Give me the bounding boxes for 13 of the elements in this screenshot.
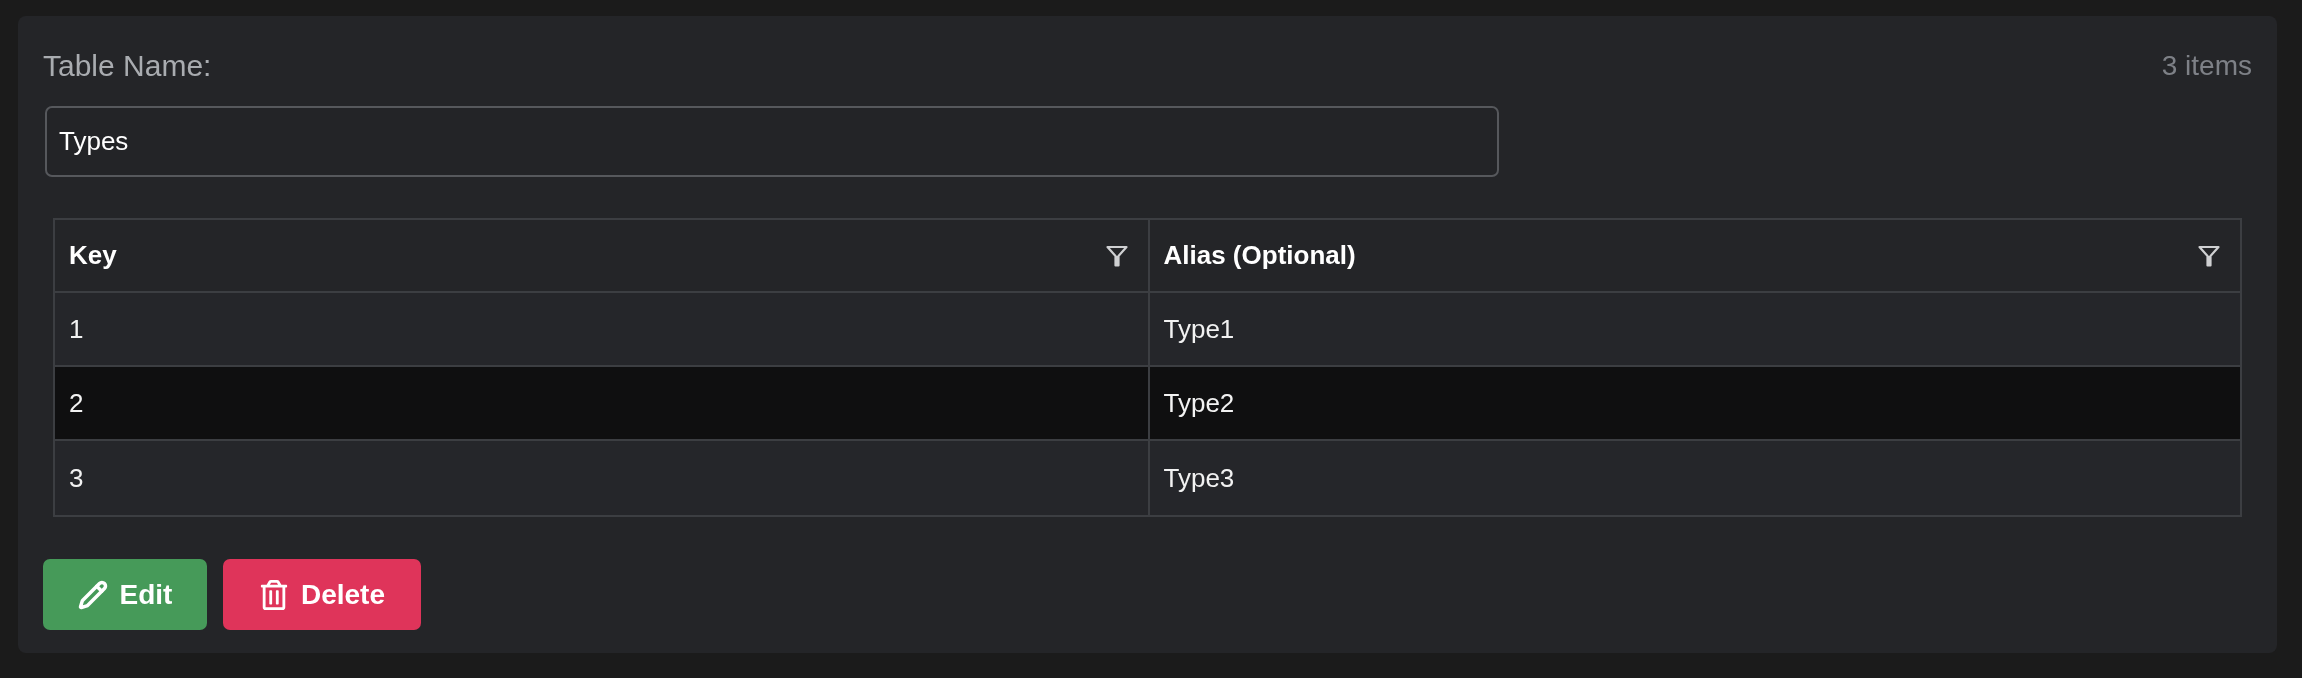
column-title: Key: [69, 239, 117, 272]
delete-button[interactable]: Delete: [223, 559, 421, 630]
trash-icon: [258, 579, 289, 610]
edit-button[interactable]: Edit: [43, 559, 207, 630]
table-cell: Type2: [1147, 367, 2240, 439]
table-cell: 2: [55, 367, 1148, 439]
item-count: 3 items: [2161, 49, 2252, 83]
filter-icon[interactable]: [1105, 244, 1128, 267]
column-title: Alias (Optional): [1163, 239, 1356, 272]
field-label: Table Name:: [43, 48, 212, 84]
pencil-icon: [77, 579, 108, 610]
filter-icon[interactable]: [2198, 244, 2220, 267]
table-name-input[interactable]: Types: [45, 106, 1499, 177]
